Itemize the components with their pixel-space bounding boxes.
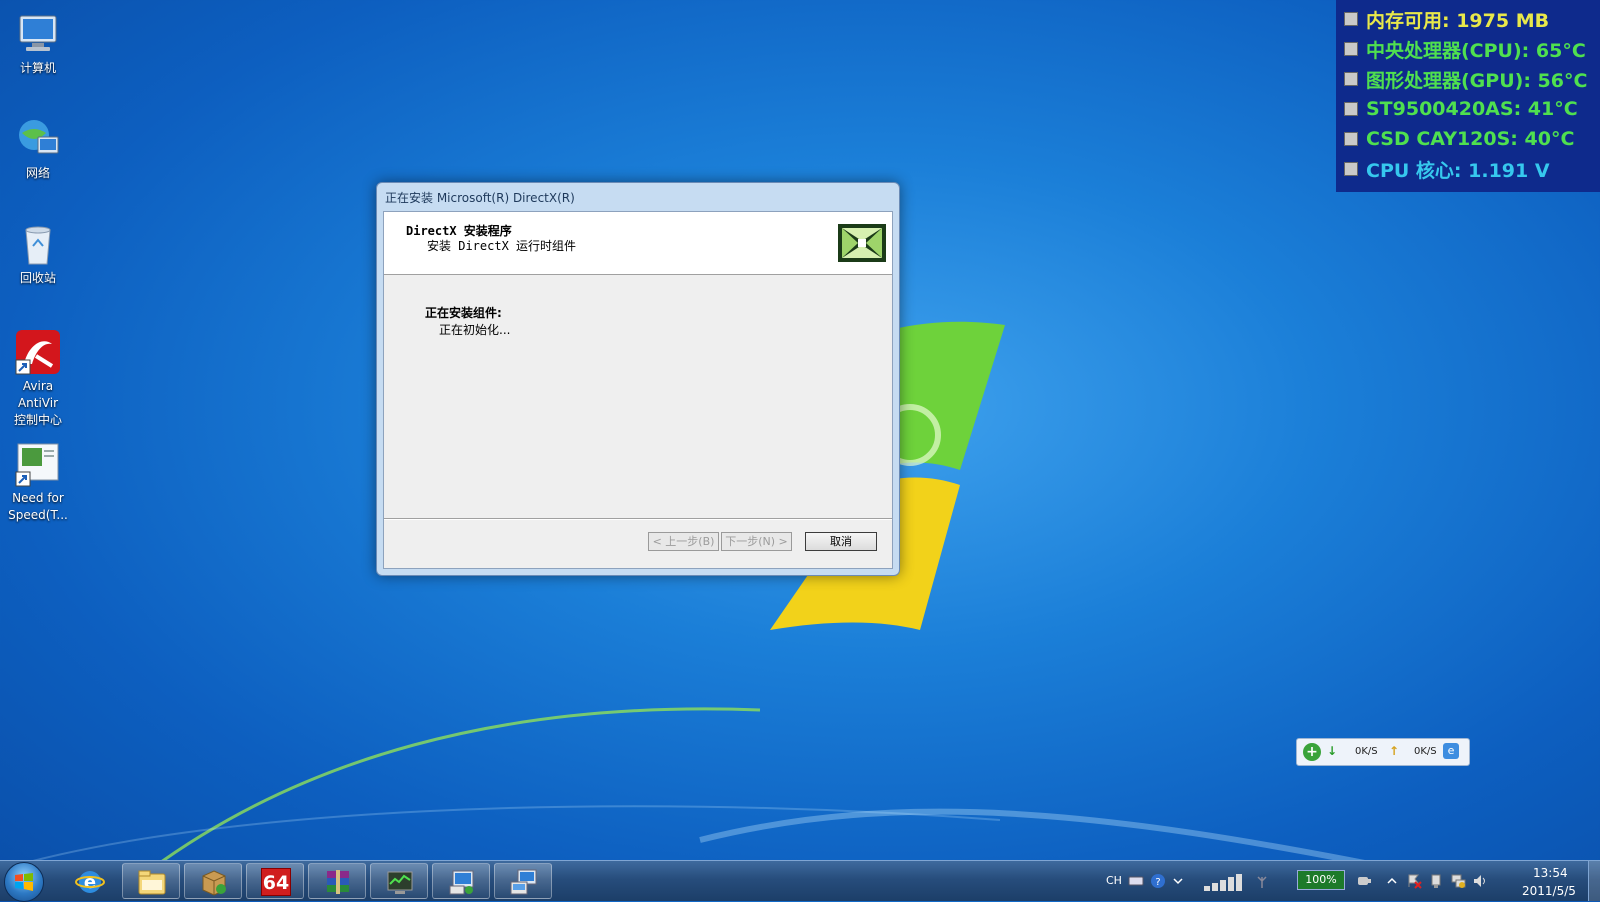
desktop-icon-recycle-bin[interactable]: 回收站	[2, 220, 74, 287]
volume-icon[interactable]	[1472, 873, 1488, 889]
internet-explorer-icon: e	[75, 871, 105, 893]
dialog-header: DirectX 安装程序 安装 DirectX 运行时组件	[384, 212, 892, 275]
keyboard-icon[interactable]	[1128, 873, 1144, 889]
directx-logo-icon	[838, 224, 886, 262]
desktop-icon-label: Need for Speed(T...	[8, 491, 68, 522]
start-button[interactable]	[4, 862, 44, 902]
taskbar-setup-computer[interactable]	[494, 863, 552, 899]
memory-icon	[1344, 12, 1358, 26]
svg-text:e: e	[84, 872, 96, 893]
hdd-icon	[1344, 102, 1358, 116]
install-status-text: 正在初始化...	[439, 323, 511, 337]
download-speed: 0K/S	[1355, 746, 1378, 757]
setup-computer-icon	[510, 869, 537, 895]
taskbar-aida64[interactable]: 64	[246, 863, 304, 899]
hw-hdd1-text: ST9500420AS: 41°C	[1366, 98, 1578, 120]
taskbar-directx-setup[interactable]	[432, 863, 490, 899]
recycle-bin-icon	[14, 220, 62, 268]
desktop-icon-need-for-speed[interactable]: Need for Speed(T...	[2, 440, 74, 524]
hw-row-hdd1: ST9500420AS: 41°C	[1336, 94, 1600, 124]
installer-package-icon	[202, 870, 226, 896]
cpu-core-icon	[1344, 162, 1358, 176]
desktop-icon-label: 网络	[25, 166, 50, 180]
hw-row-memory: 内存可用: 1975 MB	[1336, 4, 1600, 34]
plus-icon[interactable]: +	[1303, 743, 1321, 761]
taskbar-hardware-monitor[interactable]	[370, 863, 428, 899]
cpu-icon	[1344, 42, 1358, 56]
clock-time[interactable]: 13:54	[1533, 866, 1568, 880]
safely-remove-hardware-icon[interactable]	[1428, 873, 1444, 889]
taskbar: e 64 CH ? 100% 13:54 2011/5/5	[0, 860, 1600, 902]
back-button[interactable]: < 上一步(B)	[648, 532, 719, 551]
windows-logo-icon	[15, 873, 33, 891]
directx-setup-icon	[449, 870, 474, 895]
network-speed-widget[interactable]: + ↓ 0K/S ↑ 0K/S e	[1296, 738, 1470, 766]
hardware-monitor-panel: 内存可用: 1975 MB 中央处理器(CPU): 65°C 图形处理器(GPU…	[1336, 0, 1600, 192]
taskbar-windows-explorer[interactable]	[122, 863, 180, 899]
hw-row-gpu: 图形处理器(GPU): 56°C	[1336, 64, 1600, 94]
input-language-indicator[interactable]: CH	[1106, 874, 1122, 887]
taskbar-installer[interactable]	[184, 863, 242, 899]
svg-text:?: ?	[1155, 877, 1160, 888]
gpu-icon	[1344, 72, 1358, 86]
power-plug-icon[interactable]	[1356, 873, 1372, 889]
dialog-header-subtitle: 安装 DirectX 运行时组件	[427, 239, 577, 253]
help-icon[interactable]: ?	[1150, 873, 1166, 889]
dialog-title: 正在安装 Microsoft(R) DirectX(R)	[385, 191, 575, 205]
antenna-icon[interactable]	[1254, 873, 1270, 889]
aida64-icon: 64	[261, 868, 291, 896]
hw-cpu-core-text: CPU 核心: 1.191 V	[1366, 159, 1550, 182]
dialog-separator	[384, 518, 892, 520]
upload-arrow-icon: ↑	[1389, 744, 1400, 758]
show-desktop-button[interactable]	[1588, 861, 1600, 901]
desktop-icon-network[interactable]: 网络	[2, 115, 74, 182]
installing-components-label: 正在安装组件:	[425, 306, 502, 320]
cancel-button[interactable]: 取消	[805, 532, 877, 551]
hw-hdd2-text: CSD CAY120S: 40°C	[1366, 128, 1575, 150]
hdd-icon	[1344, 132, 1358, 146]
desktop-icon-label: 回收站	[19, 271, 56, 285]
network-connection-icon[interactable]	[1450, 873, 1466, 889]
windows-explorer-icon	[138, 870, 166, 895]
hw-row-cpu: 中央处理器(CPU): 65°C	[1336, 34, 1600, 64]
hw-row-hdd2: CSD CAY120S: 40°C	[1336, 124, 1600, 154]
hw-cpu-text: 中央处理器(CPU): 65°C	[1366, 39, 1586, 62]
winrar-icon	[327, 870, 349, 894]
dialog-client-area: DirectX 安装程序 安装 DirectX 运行时组件 正在安装组件: 正在…	[383, 211, 893, 569]
hw-row-cpu-core: CPU 核心: 1.191 V	[1336, 154, 1600, 184]
browser-icon[interactable]: e	[1443, 743, 1459, 759]
battery-indicator[interactable]: 100%	[1297, 870, 1345, 890]
upload-speed: 0K/S	[1414, 746, 1437, 757]
desktop-icon-computer[interactable]: 计算机	[2, 10, 74, 77]
directx-install-dialog: 正在安装 Microsoft(R) DirectX(R) DirectX 安装程…	[376, 182, 900, 576]
hw-gpu-text: 图形处理器(GPU): 56°C	[1366, 69, 1588, 92]
desktop-icon-label: Avira AntiVir 控制中心	[13, 379, 62, 427]
download-arrow-icon: ↓	[1327, 744, 1338, 758]
language-options-icon[interactable]	[1170, 873, 1186, 889]
hardware-monitor-icon	[387, 871, 413, 894]
network-icon	[14, 115, 62, 163]
action-center-icon[interactable]	[1406, 873, 1422, 889]
desktop-icon-label: 计算机	[19, 61, 56, 75]
hw-memory-text: 内存可用: 1975 MB	[1366, 9, 1550, 32]
avira-icon	[14, 328, 62, 376]
shortcut-icon	[14, 440, 62, 488]
next-button[interactable]: 下一步(N) >	[721, 532, 792, 551]
desktop-icon-avira[interactable]: Avira AntiVir 控制中心	[2, 328, 74, 429]
taskbar-internet-explorer[interactable]: e	[60, 863, 118, 899]
signal-strength-icon[interactable]	[1204, 873, 1246, 891]
computer-icon	[14, 10, 62, 58]
show-hidden-icons-button[interactable]	[1384, 873, 1400, 889]
clock-date[interactable]: 2011/5/5	[1522, 884, 1576, 898]
taskbar-winrar[interactable]	[308, 863, 366, 899]
